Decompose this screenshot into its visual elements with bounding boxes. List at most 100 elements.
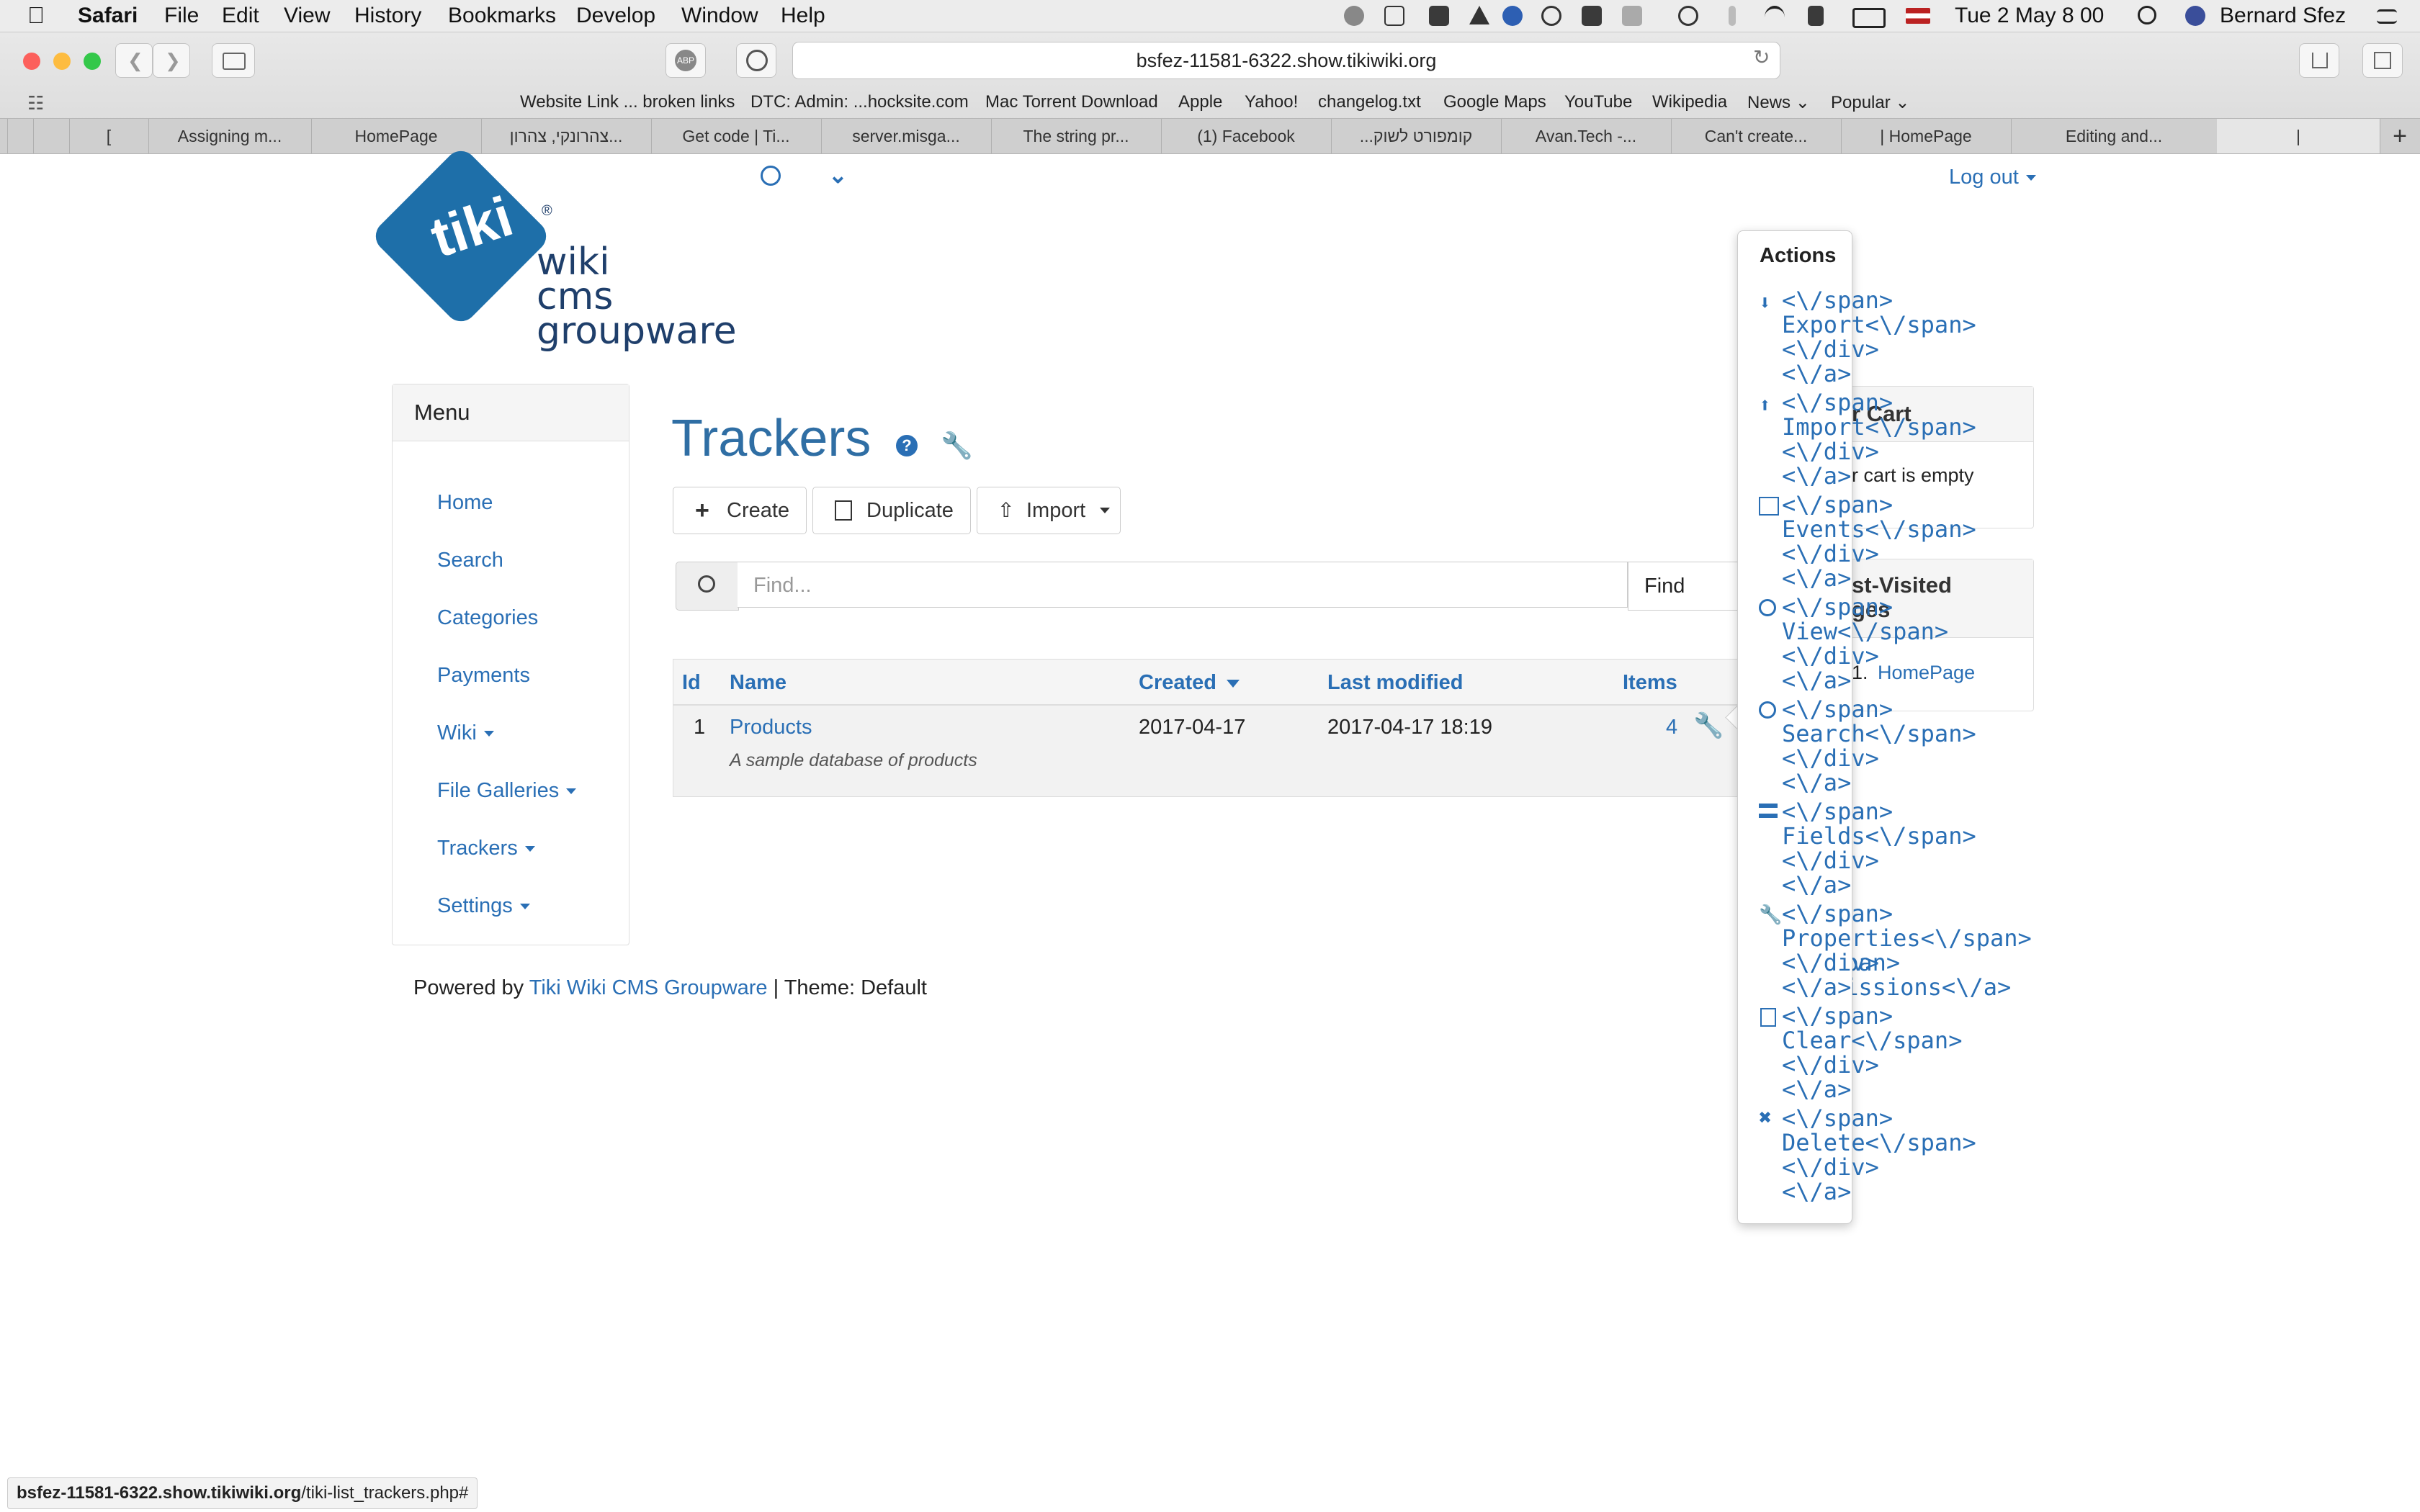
user-avatar-icon[interactable]	[2185, 6, 2205, 26]
menu-item-file-galleries[interactable]: File Galleries	[437, 779, 577, 803]
menu-item-wiki[interactable]: Wiki	[437, 721, 494, 745]
tab[interactable]: | HomePage	[1841, 119, 2012, 153]
menu-edit[interactable]: Edit	[222, 3, 259, 29]
bookmark-folder-popular[interactable]: Popular ⌄	[1831, 92, 1910, 113]
column-header-last-modified[interactable]: Last modified	[1327, 671, 1464, 695]
tab[interactable]: [	[69, 119, 149, 153]
bluetooth-icon[interactable]	[1729, 6, 1736, 26]
info-icon[interactable]	[1541, 6, 1561, 26]
wrench-icon[interactable]: 🔧	[1693, 711, 1724, 740]
help-icon[interactable]: ?	[896, 435, 918, 456]
menu-item-payments[interactable]: Payments	[437, 664, 530, 688]
menubar-clock[interactable]: Tue 2 May 8 00	[1955, 3, 2104, 29]
info-extension-button[interactable]	[736, 43, 776, 78]
bookmark-item[interactable]: Website Link ... broken links	[520, 92, 735, 112]
tab[interactable]: HomePage	[311, 119, 482, 153]
menu-develop[interactable]: Develop	[576, 3, 655, 29]
logout-dropdown[interactable]: Log out	[1949, 166, 2036, 189]
tab[interactable]: Editing and...	[2011, 119, 2218, 153]
tab[interactable]: Can't create...	[1671, 119, 1842, 153]
menu-app-name[interactable]: Safari	[78, 3, 138, 29]
tab-active[interactable]: |	[2217, 119, 2380, 153]
tab[interactable]: (1) Facebook	[1161, 119, 1332, 153]
spotlight-icon[interactable]	[2138, 6, 2156, 24]
column-header-id[interactable]: Id	[682, 671, 701, 695]
tiki-link[interactable]: Tiki Wiki CMS Groupware	[529, 976, 768, 999]
menu-view[interactable]: View	[284, 3, 330, 29]
duplicate-button[interactable]: Duplicate	[812, 487, 971, 534]
tab-pinned[interactable]	[7, 119, 34, 153]
zoom-window-button[interactable]	[84, 53, 101, 70]
menu-item-trackers[interactable]: Trackers	[437, 837, 535, 860]
sidebar-toggle-button[interactable]	[212, 43, 255, 78]
column-header-name[interactable]: Name	[730, 671, 786, 695]
clock-icon[interactable]	[761, 166, 781, 186]
menu-item-label: Settings	[437, 894, 513, 917]
bookmark-item[interactable]: Wikipedia	[1652, 92, 1727, 112]
menu-extra-icon[interactable]	[1622, 6, 1642, 26]
action-delete-text: <\/span> Delete<\/span> <\/div> <\/a>	[1782, 1104, 1976, 1205]
tab[interactable]: The string pr...	[991, 119, 1162, 153]
tracker-name-link[interactable]: Products	[730, 716, 812, 739]
menu-item-home[interactable]: Home	[437, 491, 493, 515]
tab[interactable]: ...קומפורט לשוק	[1331, 119, 1502, 153]
notification-center-icon[interactable]	[2377, 9, 2397, 24]
menu-window[interactable]: Window	[681, 3, 758, 29]
menu-item-settings[interactable]: Settings	[437, 894, 530, 918]
dropbox-icon[interactable]	[1429, 6, 1449, 26]
bookmark-item[interactable]: Apple	[1178, 92, 1222, 112]
column-header-created[interactable]: Created	[1139, 671, 1240, 695]
tab[interactable]: server.misga...	[821, 119, 992, 153]
create-button[interactable]: + Create	[673, 487, 807, 534]
bookmark-item[interactable]: Yahoo!	[1245, 92, 1298, 112]
menubar-user-name[interactable]: Bernard Sfez	[2220, 3, 2346, 29]
apple-menu-icon[interactable]: 	[27, 2, 45, 29]
wrench-icon[interactable]: 🔧	[941, 431, 973, 461]
menu-item-categories[interactable]: Categories	[437, 606, 538, 630]
menu-bookmarks[interactable]: Bookmarks	[448, 3, 556, 29]
show-tabs-button[interactable]	[2362, 43, 2403, 78]
drive-icon[interactable]	[1469, 6, 1489, 24]
tiki-logo-words[interactable]: wiki cms groupware	[537, 243, 737, 350]
tab[interactable]: צהרונקי, צהרון...	[481, 119, 652, 153]
address-bar[interactable]: bsfez-11581-6322.show.tikiwiki.org	[792, 42, 1780, 79]
bookmark-item[interactable]: YouTube	[1564, 92, 1632, 112]
box-icon[interactable]	[1384, 6, 1404, 26]
bookmark-item[interactable]: Mac Torrent Download	[985, 92, 1158, 112]
adblock-extension-button[interactable]: ABP	[666, 43, 706, 78]
tab[interactable]: Assigning m...	[148, 119, 312, 153]
bookmark-item[interactable]: Google Maps	[1443, 92, 1546, 112]
menu-item-search[interactable]: Search	[437, 549, 503, 572]
import-dropdown-button[interactable]: ⇧ Import	[977, 487, 1121, 534]
share-button[interactable]	[2299, 43, 2339, 78]
bookmark-item[interactable]: DTC: Admin: ...hocksite.com	[750, 92, 969, 112]
new-tab-button[interactable]: +	[2380, 119, 2420, 153]
tab[interactable]: Get code | Ti...	[651, 119, 822, 153]
status-dot-icon[interactable]	[1344, 6, 1364, 26]
evernote-icon[interactable]	[1502, 6, 1523, 26]
grid-icon[interactable]: ☷	[27, 92, 44, 114]
forward-button[interactable]: ❯	[153, 43, 190, 78]
items-count-link[interactable]: 4	[1666, 716, 1677, 739]
input-source-flag-icon[interactable]	[1906, 8, 1930, 24]
wifi-icon[interactable]	[1765, 6, 1785, 29]
menu-history[interactable]: History	[354, 3, 421, 29]
time-machine-icon[interactable]	[1678, 6, 1698, 26]
minimize-window-button[interactable]	[53, 53, 71, 70]
volume-icon[interactable]	[1808, 6, 1824, 26]
close-window-button[interactable]	[23, 53, 40, 70]
find-button[interactable]: Find	[1628, 562, 1744, 611]
reload-icon[interactable]: ↻	[1753, 45, 1770, 69]
column-header-items[interactable]: Items	[1623, 671, 1677, 695]
bookmark-folder-news[interactable]: News ⌄	[1747, 92, 1810, 113]
tab[interactable]: Avan.Tech -...	[1501, 119, 1672, 153]
back-button[interactable]: ❮	[115, 43, 153, 78]
search-input[interactable]: Find...	[738, 562, 1628, 608]
menu-file[interactable]: File	[164, 3, 199, 29]
monitor-icon[interactable]	[1582, 6, 1602, 26]
chevron-down-icon[interactable]: ⌄	[828, 161, 848, 189]
bookmark-item[interactable]: changelog.txt	[1318, 92, 1421, 112]
battery-icon[interactable]	[1852, 8, 1886, 28]
menu-help[interactable]: Help	[781, 3, 825, 29]
tab-pinned[interactable]	[33, 119, 70, 153]
